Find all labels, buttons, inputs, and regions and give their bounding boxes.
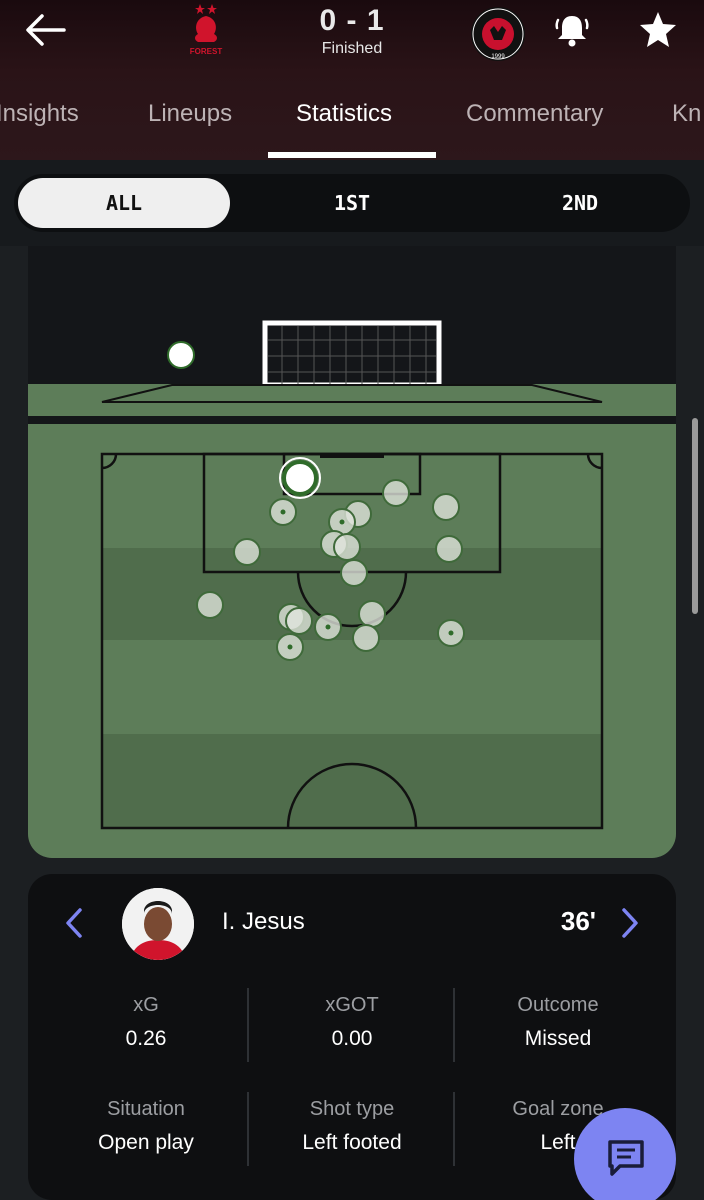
- next-shot-button[interactable]: [616, 906, 644, 940]
- shot-map-card: [28, 246, 676, 858]
- scrollbar[interactable]: [692, 418, 698, 614]
- svg-text:FOREST: FOREST: [190, 47, 223, 56]
- period-second-half-button[interactable]: 2ND: [474, 178, 686, 228]
- chevron-right-icon: [622, 908, 638, 938]
- previous-shot-button[interactable]: [60, 906, 88, 940]
- match-status: Finished: [321, 40, 383, 57]
- goal-net: [262, 320, 442, 388]
- match-score: 0 - 1: [319, 4, 385, 37]
- chat-button[interactable]: [574, 1108, 676, 1200]
- stat-value: 0.26: [125, 1027, 167, 1050]
- tab-lineups[interactable]: Lineups: [148, 100, 232, 128]
- bell-icon: [555, 16, 589, 47]
- active-tab-indicator: [268, 152, 436, 158]
- shot-marker[interactable]: [196, 591, 224, 619]
- ghost-shot[interactable]: [167, 341, 195, 369]
- stat-value: Left footed: [302, 1131, 402, 1154]
- shot-marker[interactable]: [358, 600, 386, 628]
- selected-shot[interactable]: [282, 460, 318, 496]
- player-avatar[interactable]: [122, 888, 194, 960]
- home-team-logo[interactable]: FOREST: [186, 2, 226, 58]
- shot-on-target-dot: [287, 644, 293, 650]
- stat-situation: Situation Open play: [43, 1098, 249, 1155]
- tab-insights[interactable]: Insights: [0, 100, 79, 128]
- stat-outcome: Outcome Missed: [455, 994, 661, 1051]
- shot-marker[interactable]: [435, 535, 463, 563]
- stat-label: Shot type: [309, 1098, 395, 1120]
- tab-statistics[interactable]: Statistics: [296, 100, 392, 128]
- shot-marker[interactable]: [233, 538, 261, 566]
- stat-xgot: xGOT 0.00: [249, 994, 455, 1051]
- stat-value: Open play: [98, 1131, 194, 1154]
- tab-bar: Insights Lineups Statistics Commentary K…: [0, 96, 704, 160]
- notification-button[interactable]: [550, 8, 594, 52]
- shot-on-target-dot: [339, 519, 345, 525]
- stat-shot-type: Shot type Left footed: [249, 1098, 455, 1155]
- stat-value: 0.00: [331, 1027, 373, 1050]
- shot-marker[interactable]: [432, 493, 460, 521]
- shot-marker[interactable]: [382, 479, 410, 507]
- shot-minute: 36': [560, 906, 596, 936]
- stat-value: Missed: [524, 1027, 592, 1050]
- tab-commentary[interactable]: Commentary: [466, 100, 603, 128]
- back-button[interactable]: [22, 8, 70, 52]
- statistics-content: I. Jesus 36' xG 0.26 xGOT 0.00 Outcome M…: [0, 246, 704, 1200]
- shot-on-target-dot: [325, 624, 331, 630]
- shot-marker[interactable]: [352, 624, 380, 652]
- svg-text:1999: 1999: [491, 54, 505, 60]
- favorite-button[interactable]: [636, 8, 680, 52]
- arrow-left-icon: [26, 14, 66, 46]
- shot-map-pitch: [28, 320, 676, 858]
- tab-knockout[interactable]: Kn: [672, 100, 701, 128]
- star-icon: [640, 12, 676, 47]
- away-team-logo[interactable]: 1999: [470, 6, 526, 62]
- stat-label: xGOT: [325, 994, 379, 1016]
- shot-on-target-dot: [448, 630, 454, 636]
- shot-marker[interactable]: [285, 607, 313, 635]
- shot-marker[interactable]: [333, 533, 361, 561]
- stat-label: xG: [133, 994, 159, 1016]
- chevron-left-icon: [66, 908, 82, 938]
- player-name: I. Jesus: [222, 908, 305, 935]
- shot-on-target-dot: [280, 509, 286, 515]
- period-first-half-button[interactable]: 1ST: [246, 178, 458, 228]
- period-filter: ALL 1ST 2ND: [0, 160, 704, 246]
- stat-label: Situation: [107, 1098, 185, 1120]
- period-all-button[interactable]: ALL: [18, 178, 230, 228]
- match-header: FOREST 0 - 1 Finished 1999 Insights Line…: [0, 0, 704, 160]
- stat-label: Outcome: [517, 994, 599, 1016]
- chat-icon: [608, 1140, 644, 1176]
- shot-marker[interactable]: [340, 559, 368, 587]
- stat-xg: xG 0.26: [43, 994, 249, 1051]
- period-segmented-control: ALL 1ST 2ND: [14, 174, 690, 232]
